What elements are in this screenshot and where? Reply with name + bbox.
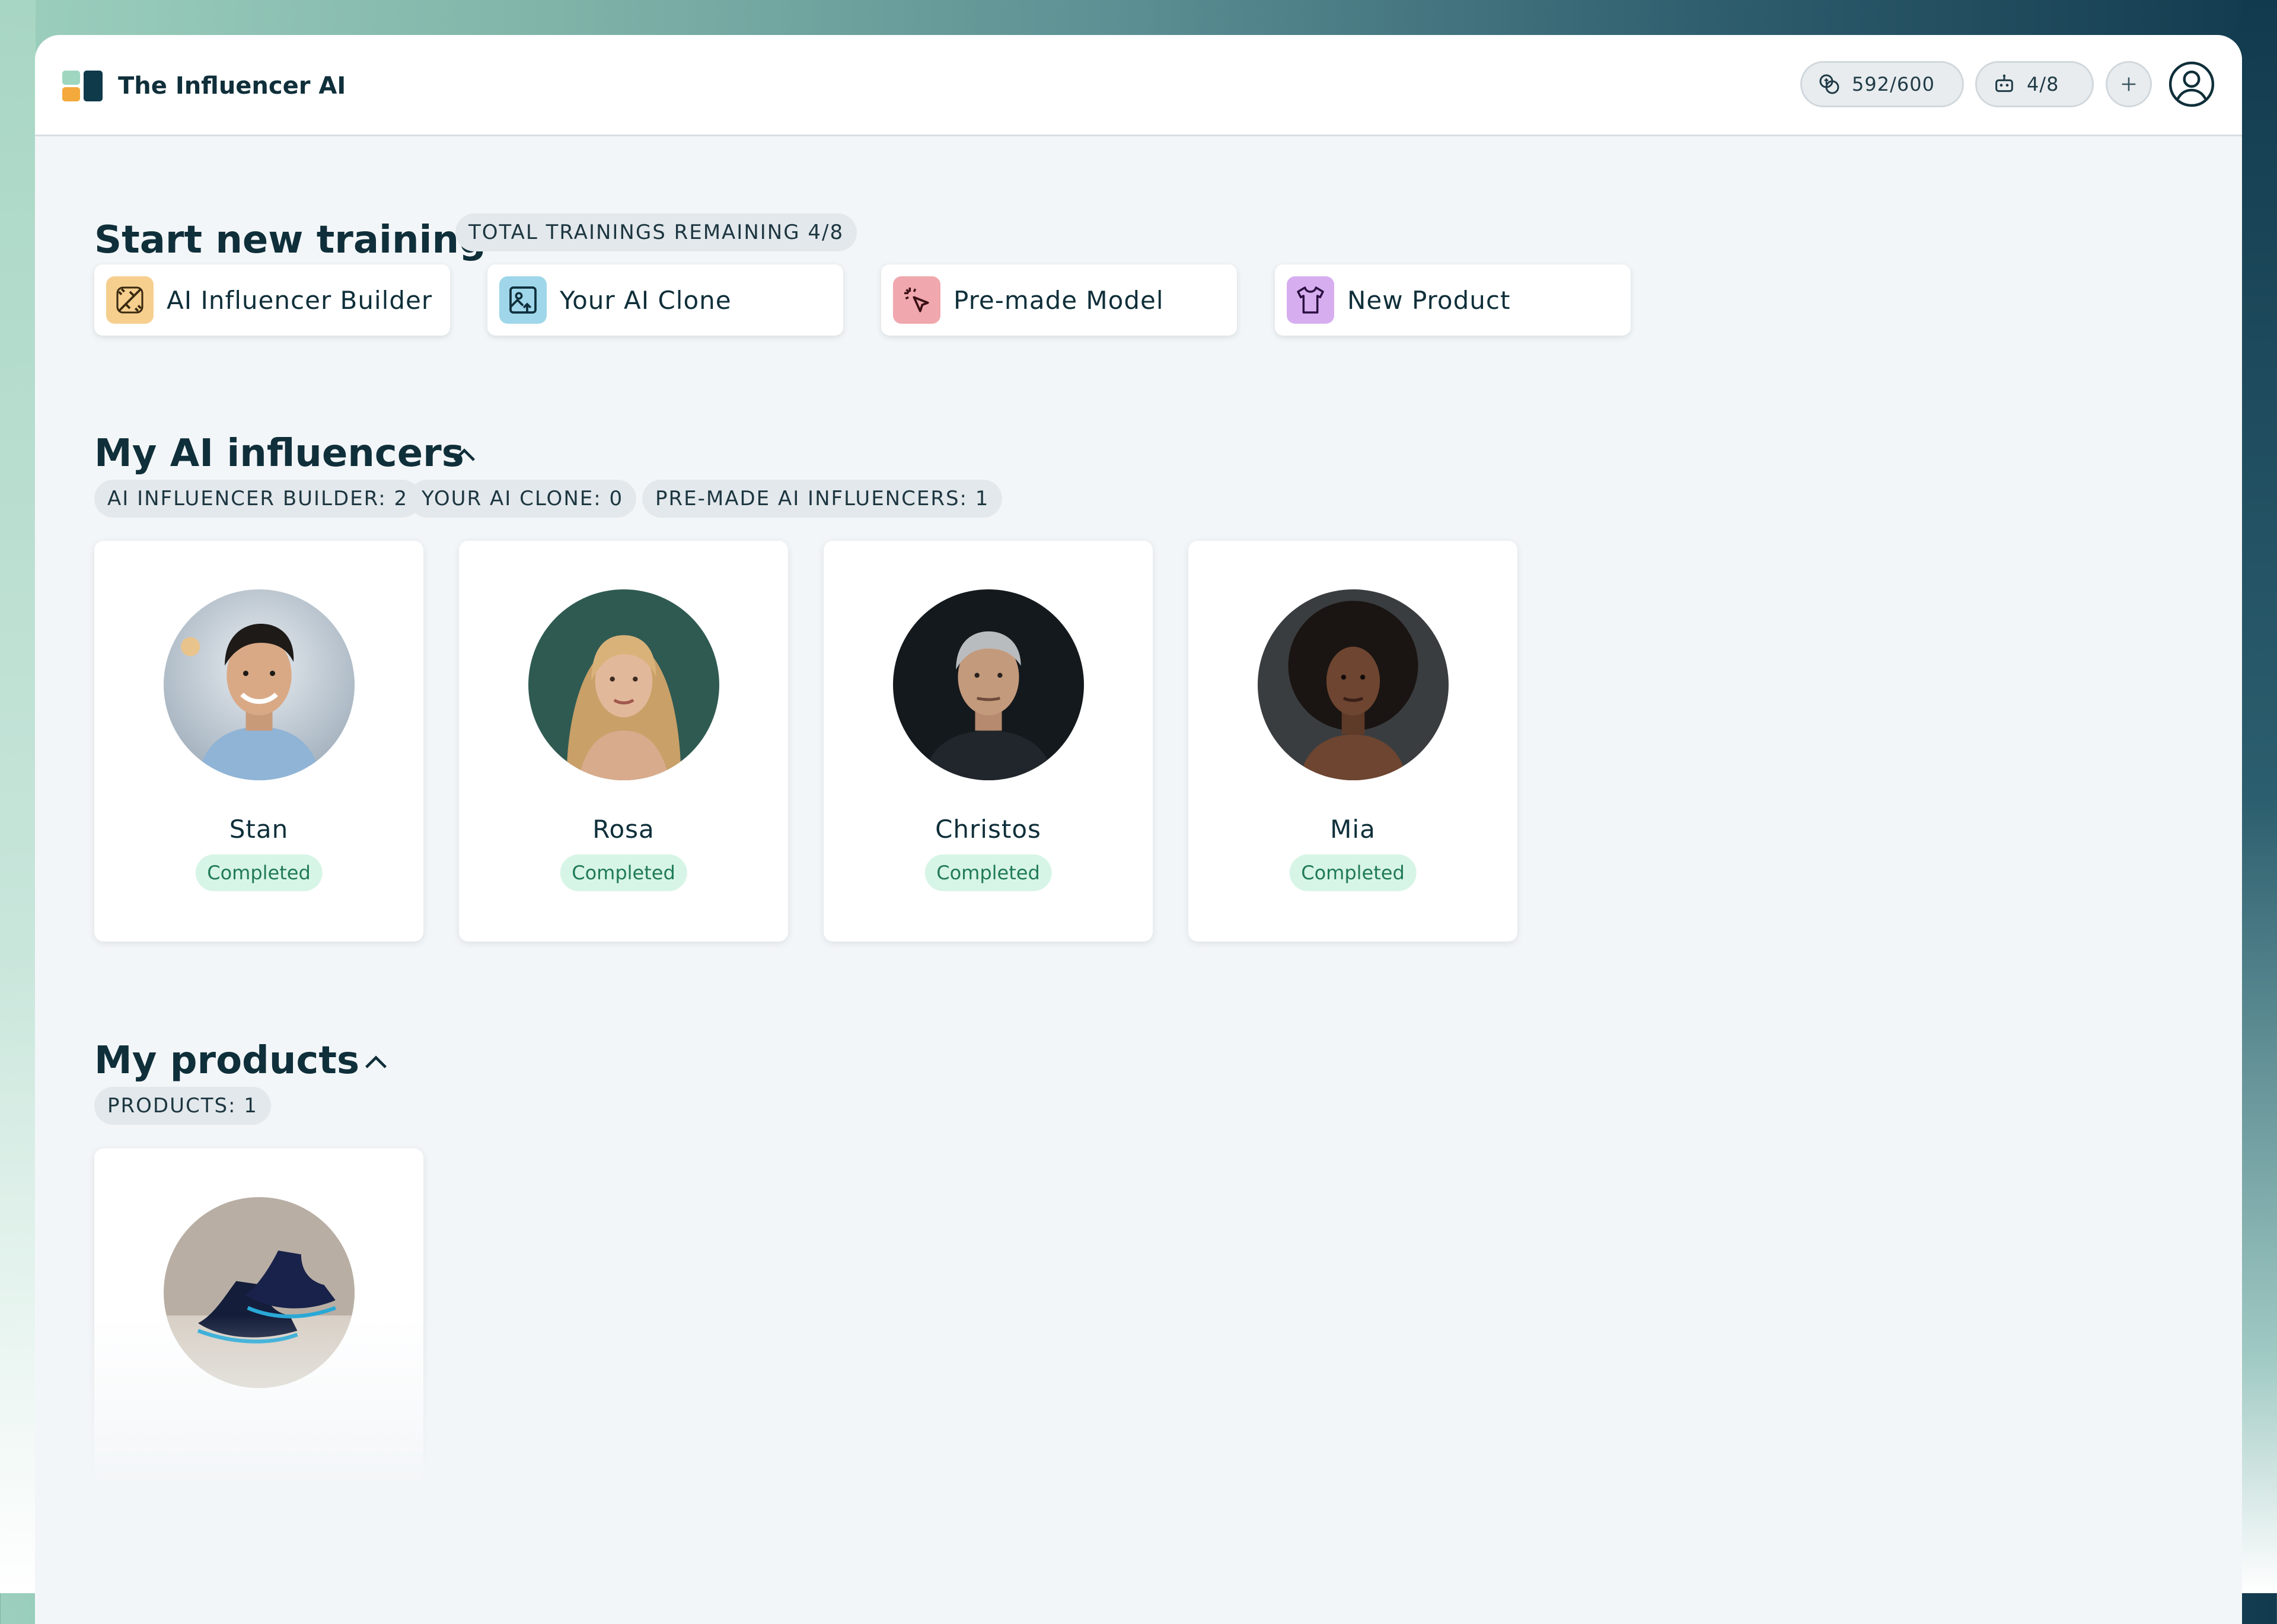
training-option-pre-made-model[interactable]: Pre-made Model (881, 264, 1237, 336)
count-badge-clone: YOUR AI CLONE: 0 (409, 480, 637, 518)
training-option-label: Your AI Clone (560, 285, 732, 315)
training-option-label: Pre-made Model (953, 285, 1164, 315)
influencer-name: Mia (1330, 815, 1376, 844)
credits-value: 592/600 (1852, 73, 1935, 95)
products-section-title: My products (94, 1039, 360, 1083)
status-badge: Completed (195, 854, 323, 891)
influencer-photo (1258, 589, 1449, 780)
training-option-new-product[interactable]: New Product (1275, 264, 1631, 336)
add-button[interactable] (2106, 61, 2152, 107)
tshirt-icon (1287, 276, 1334, 324)
influencer-card[interactable]: Mia Completed (1188, 541, 1517, 942)
training-section-title: Start new training (94, 218, 486, 262)
top-navigation-bar: The Influencer AI 592/600 4/8 (35, 35, 2242, 136)
wand-sparkle-icon (106, 276, 154, 324)
plus-icon (2122, 77, 2136, 91)
app-title[interactable]: The Influencer AI (118, 69, 346, 103)
influencers-section-title: My AI influencers (94, 432, 464, 476)
background-right-edge (2241, 0, 2277, 1593)
influencer-card[interactable]: Stan Completed (94, 541, 423, 942)
influencer-name: Stan (229, 815, 289, 844)
chevron-up-icon[interactable] (448, 439, 481, 473)
user-avatar-icon (2168, 61, 2215, 107)
image-upload-icon (499, 276, 547, 324)
robot-icon (1995, 74, 2013, 92)
credits-counter[interactable]: 592/600 (1800, 61, 1964, 107)
models-counter[interactable]: 4/8 (1975, 61, 2094, 107)
influencer-photo (893, 589, 1084, 780)
app-logo-icon[interactable] (62, 71, 105, 101)
influencer-photo (528, 589, 719, 780)
bottom-fade-overlay (35, 1316, 2242, 1624)
training-option-ai-influencer-builder[interactable]: AI Influencer Builder (94, 264, 450, 336)
status-badge: Completed (1289, 854, 1417, 891)
app-window: The Influencer AI 592/600 4/8 Start new … (35, 35, 2242, 1624)
influencer-photo (164, 589, 355, 780)
influencer-name: Christos (935, 815, 1041, 844)
models-value: 4/8 (2027, 73, 2059, 95)
influencer-card[interactable]: Christos Completed (824, 541, 1153, 942)
influencer-card[interactable]: Rosa Completed (459, 541, 788, 942)
influencer-name: Rosa (592, 815, 655, 844)
status-badge: Completed (924, 854, 1052, 891)
training-option-label: AI Influencer Builder (167, 285, 433, 315)
coins-icon (1819, 74, 1839, 94)
count-badge-builder: AI INFLUENCER BUILDER: 2 (94, 480, 422, 518)
training-option-your-ai-clone[interactable]: Your AI Clone (487, 264, 843, 336)
training-option-label: New Product (1347, 285, 1511, 315)
count-badge-premade: PRE-MADE AI INFLUENCERS: 1 (642, 480, 1003, 518)
background-left-edge (0, 0, 36, 1593)
cursor-click-icon (893, 276, 940, 324)
trainings-remaining-badge: TOTAL TRAININGS REMAINING 4/8 (455, 213, 857, 251)
status-badge: Completed (560, 854, 687, 891)
user-account-button[interactable] (2167, 60, 2216, 109)
products-count-badge: PRODUCTS: 1 (94, 1087, 271, 1125)
chevron-up-icon[interactable] (359, 1046, 393, 1080)
